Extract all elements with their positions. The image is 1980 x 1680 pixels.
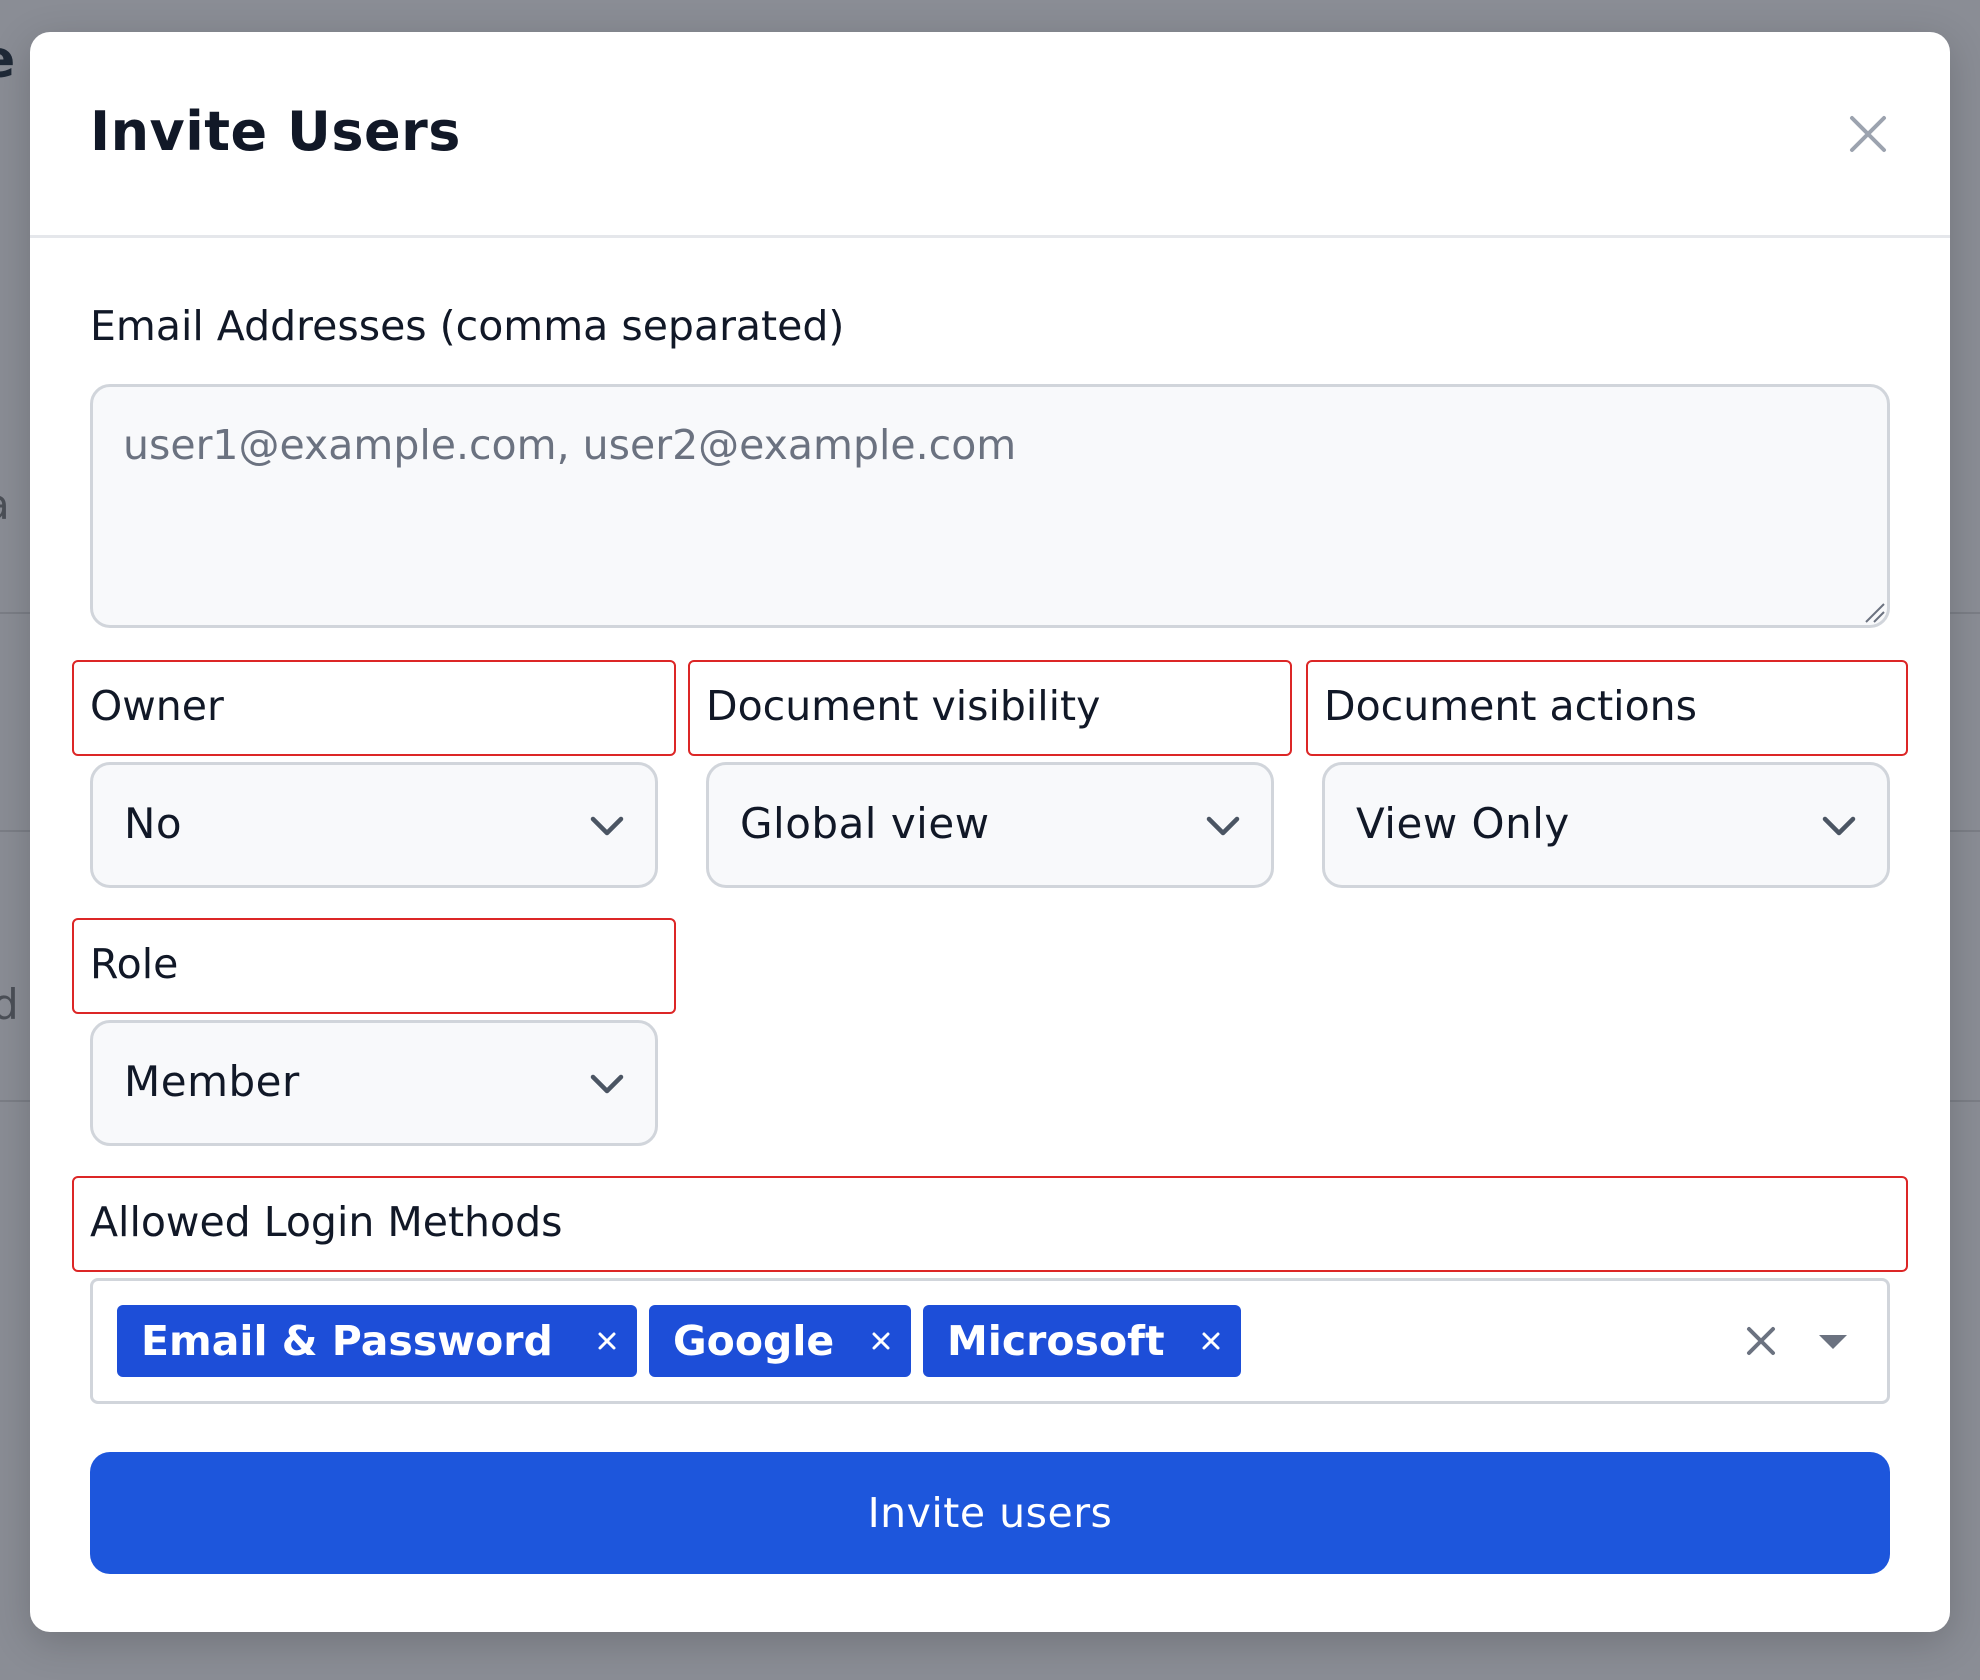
invite-users-modal: Invite Users Email Addresses (comma sepa…	[30, 32, 1950, 1632]
remove-tag-icon[interactable]	[1201, 1331, 1221, 1351]
owner-label: Owner	[72, 660, 676, 756]
resize-grip-icon[interactable]	[1864, 602, 1886, 624]
modal-title: Invite Users	[90, 100, 461, 163]
remove-tag-icon[interactable]	[597, 1331, 617, 1351]
owner-select-value: No	[124, 799, 183, 848]
caret-down-icon[interactable]	[1817, 1333, 1849, 1351]
login-method-tag: Microsoft	[923, 1305, 1241, 1377]
login-method-tag-label: Email & Password	[141, 1317, 553, 1365]
role-label: Role	[72, 918, 676, 1014]
remove-tag-icon[interactable]	[871, 1331, 891, 1351]
chevron-down-icon	[1205, 811, 1241, 841]
login-methods-label: Allowed Login Methods	[72, 1176, 1908, 1272]
close-button[interactable]	[1844, 110, 1892, 158]
login-method-tag-label: Microsoft	[947, 1317, 1165, 1365]
document-actions-select[interactable]: View Only	[1322, 762, 1890, 888]
email-addresses-input[interactable]	[90, 384, 1890, 628]
invite-users-button[interactable]: Invite users	[90, 1452, 1890, 1574]
email-label: Email Addresses (comma separated)	[90, 302, 845, 350]
modal-header: Invite Users	[30, 32, 1950, 238]
owner-select[interactable]: No	[90, 762, 658, 888]
document-actions-label: Document actions	[1306, 660, 1908, 756]
clear-all-icon[interactable]	[1745, 1325, 1777, 1357]
background-heading-fragment: e	[0, 30, 15, 90]
document-visibility-select-value: Global view	[740, 799, 990, 848]
role-select-value: Member	[124, 1057, 300, 1106]
background-text-fragment: a	[0, 480, 10, 529]
close-icon	[1850, 116, 1886, 152]
login-methods-multiselect[interactable]: Email & Password Google Microsoft	[90, 1278, 1890, 1404]
background-text-fragment: d	[0, 980, 19, 1029]
role-select[interactable]: Member	[90, 1020, 658, 1146]
login-method-tag: Google	[649, 1305, 911, 1377]
chevron-down-icon	[589, 1069, 625, 1099]
document-visibility-label: Document visibility	[688, 660, 1292, 756]
document-visibility-select[interactable]: Global view	[706, 762, 1274, 888]
login-method-tag-label: Google	[673, 1317, 835, 1365]
login-method-tag: Email & Password	[117, 1305, 637, 1377]
chevron-down-icon	[589, 811, 625, 841]
document-actions-select-value: View Only	[1356, 799, 1570, 848]
chevron-down-icon	[1821, 811, 1857, 841]
